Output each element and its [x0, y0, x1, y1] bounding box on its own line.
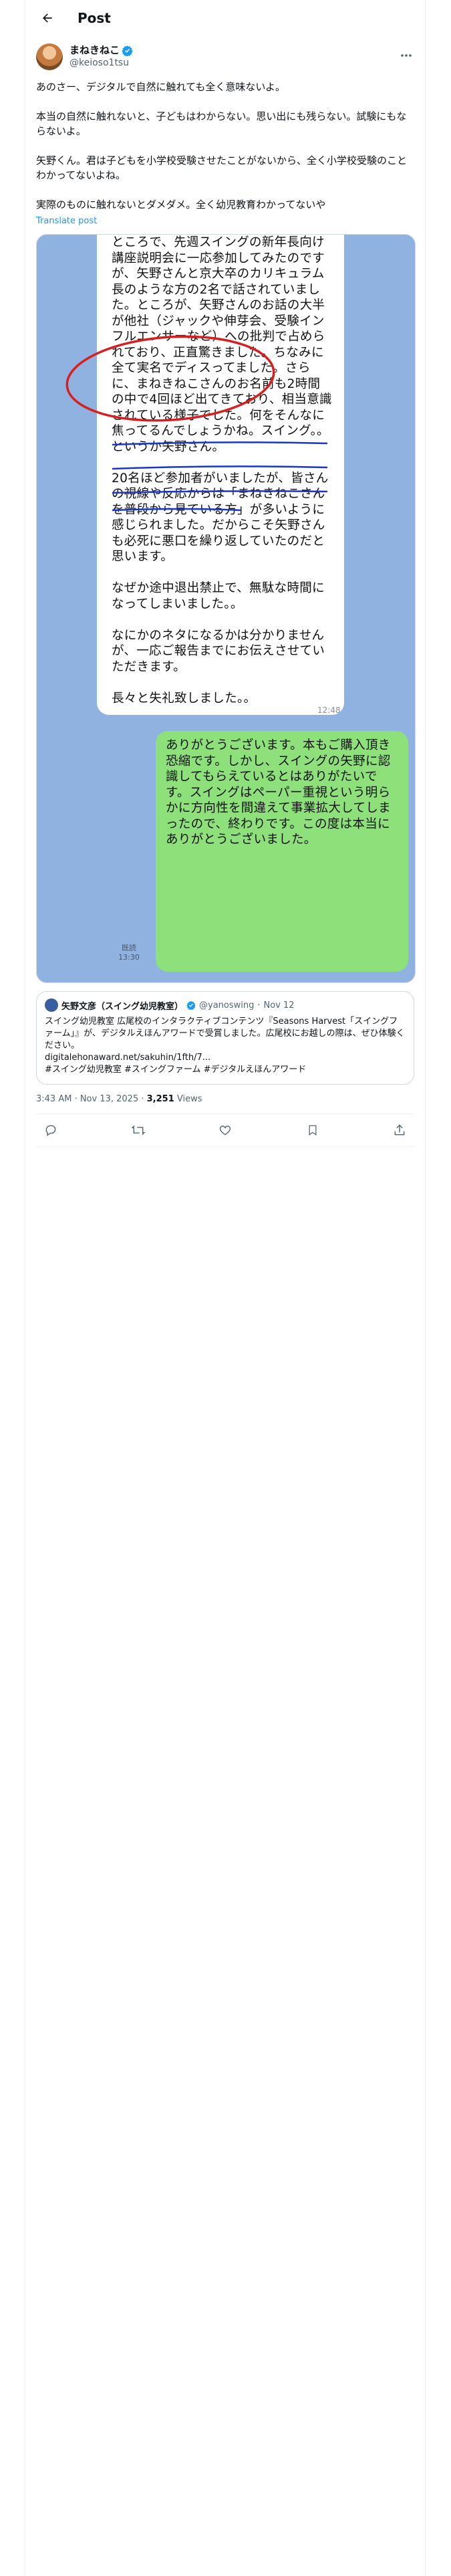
share-button[interactable] — [392, 1122, 408, 1138]
quoted-author-name: 矢野文彦（スイング幼児教室） — [61, 1001, 184, 1012]
repost-icon — [131, 1125, 145, 1136]
author-handle[interactable]: @keioso1tsu — [69, 57, 133, 70]
header: Post — [25, 0, 425, 35]
quoted-separator: · — [257, 1000, 261, 1010]
author-display-name[interactable]: まねきねこ — [69, 44, 133, 57]
more-icon — [401, 54, 412, 57]
views-label: Views — [174, 1094, 202, 1104]
quoted-date: Nov 12 — [263, 1000, 295, 1010]
quoted-post-header: 矢野文彦（スイング幼児教室） @yanoswing · Nov 12 — [45, 998, 406, 1012]
reply-button[interactable] — [43, 1122, 59, 1138]
post-meta: 3:43 AM · Nov 13, 2025 · 3,251 Views — [36, 1094, 414, 1114]
author-row: まねきねこ @keioso1tsu — [36, 43, 414, 70]
post-image[interactable]: ところで、先週スイングの新年長向け講座説明会に一応参加してみたのですが、矢野さん… — [36, 234, 416, 983]
author-name: まねきねこ — [69, 44, 120, 56]
received-message-time: 12:48 — [317, 706, 341, 715]
reply-icon — [45, 1125, 56, 1136]
post: まねきねこ @keioso1tsu あのさー、デジタルで自然に触れても全く意味な… — [25, 35, 425, 1147]
red-circle-annotation — [65, 335, 275, 422]
quoted-post-text: スイング幼児教室 広尾校のインタラクティブコンテンツ『Seasons Harve… — [45, 1016, 405, 1075]
views-count: 3,251 — [146, 1094, 174, 1104]
more-button[interactable] — [398, 49, 414, 62]
avatar[interactable] — [36, 43, 63, 70]
bookmark-button[interactable] — [305, 1122, 321, 1138]
author-names: まねきねこ @keioso1tsu — [69, 44, 133, 70]
read-receipt: 既読 13:30 — [118, 944, 140, 962]
like-button[interactable] — [217, 1122, 233, 1138]
verified-badge-icon — [186, 1000, 196, 1010]
like-icon — [219, 1125, 231, 1136]
verified-badge-icon — [122, 45, 133, 56]
sent-message-text: ありがとうございます。本もご購入頂き恐縮です。しかし、スイングの矢野に認識しても… — [166, 738, 391, 847]
quoted-avatar — [45, 998, 58, 1012]
post-text: あのさー、デジタルで自然に触れても全く意味ないよ。 本当の自然に触れないと、子ど… — [36, 81, 408, 211]
translate-post-link[interactable]: Translate post — [36, 216, 414, 226]
blue-underline-annotation — [112, 441, 328, 512]
repost-button[interactable] — [130, 1122, 146, 1138]
post-page: Post まねきねこ @keioso1tsu あのさー、デジタルで自然に触れても… — [25, 0, 426, 2576]
bookmark-icon — [308, 1125, 317, 1136]
post-timestamp[interactable]: 3:43 AM · Nov 13, 2025 · — [36, 1094, 147, 1104]
action-bar — [36, 1114, 414, 1147]
back-arrow-icon — [43, 13, 52, 23]
quoted-post[interactable]: 矢野文彦（スイング幼児教室） @yanoswing · Nov 12 スイング幼… — [36, 991, 414, 1085]
page-title: Post — [78, 9, 111, 26]
share-icon — [394, 1124, 405, 1136]
back-button[interactable] — [36, 7, 59, 29]
quoted-author-handle: @yanoswing — [199, 1000, 255, 1010]
